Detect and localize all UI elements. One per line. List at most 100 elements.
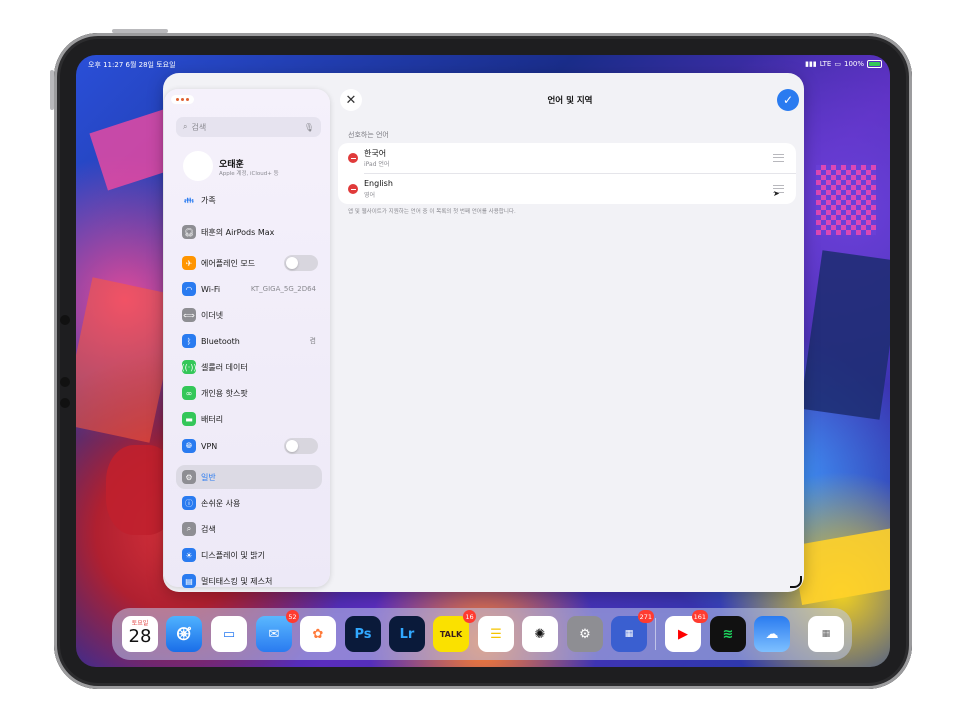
cloud-icon: ☁	[765, 626, 779, 642]
dock-app-spotify[interactable]: ≋	[710, 616, 746, 652]
window-controls-icon[interactable]	[171, 95, 194, 104]
sidebar-item-general[interactable]: ⚙ 일반	[176, 465, 322, 489]
headphones-icon: 🎧︎	[182, 225, 196, 239]
youtube-icon: ▶	[678, 626, 688, 642]
dock-app-settings[interactable]: ⚙	[567, 616, 603, 652]
language-row-english[interactable]: English 영어	[338, 174, 796, 204]
page-title: 언어 및 지역	[547, 96, 593, 106]
sidebar-item-ethernet[interactable]: ⟺ 이더넷	[176, 303, 322, 327]
sidebar-item-label: 이더넷	[201, 310, 224, 320]
screen-mirror-icon: ▭	[834, 60, 841, 68]
brightness-icon: ☀	[182, 548, 196, 562]
family-icon: 👪︎	[183, 195, 195, 205]
sidebar-item-family[interactable]: 👪︎ 가족	[176, 188, 322, 212]
dock-app-youtube[interactable]: ▶ 161	[665, 610, 708, 652]
search-placeholder: 검색	[191, 122, 207, 132]
sidebar-item-label: 가족	[201, 195, 216, 205]
sidebar-item-cellular[interactable]: ((·)) 셀룰러 데이터	[176, 355, 322, 379]
notification-badge: 161	[691, 610, 708, 623]
cellular-icon: ((·))	[181, 360, 197, 374]
airplane-mode-toggle[interactable]	[284, 255, 318, 271]
profile-subtitle: Apple 계정, iCloud+ 등	[219, 171, 279, 177]
notification-badge: 271	[637, 610, 654, 623]
wallpaper-shape	[791, 525, 890, 605]
spotify-icon: ≋	[722, 626, 734, 642]
close-icon: ✕	[345, 92, 357, 108]
folder-icon: ▭	[222, 626, 236, 642]
vpn-icon: 🌐︎	[182, 439, 196, 453]
language-name: English	[364, 179, 393, 188]
avatar	[183, 151, 213, 181]
battery-percent: 100%	[843, 60, 864, 68]
bluetooth-icon: ᛒ	[182, 334, 196, 348]
hotspot-icon: ∞	[182, 386, 196, 400]
dock-app-kakaotalk[interactable]: TALK 16	[433, 610, 476, 652]
kakaotalk-icon: TALK	[439, 629, 463, 639]
language-footnote: 앱 및 웹사이트가 지원하는 언어 중 이 목록의 첫 번째 언어를 사용합니다…	[348, 209, 516, 215]
dock-app-notes[interactable]: ☰	[478, 616, 514, 652]
app-folder-icon: ▦	[624, 629, 634, 639]
checkmark-icon: ✓	[782, 93, 794, 107]
bluetooth-status: 켬	[309, 337, 316, 345]
battery-fill	[869, 62, 880, 66]
remove-icon[interactable]	[348, 184, 358, 194]
dock-app-cloud[interactable]: ☁	[754, 616, 790, 652]
sidebar-item-label: 손쉬운 사용	[201, 498, 241, 508]
notification-badge: 16	[463, 610, 476, 623]
sidebar-item-bluetooth[interactable]: ᛒ Bluetooth 켬	[176, 329, 322, 353]
sidebar-item-accessibility[interactable]: ⓘ 손쉬운 사용	[176, 491, 322, 515]
sidebar-item-label: 디스플레이 및 밝기	[201, 550, 265, 560]
wallpaper-shape	[800, 250, 890, 420]
camera-dot	[60, 315, 70, 325]
sidebar-item-wifi[interactable]: ◠ Wi-Fi KT_GIGA_5G_2D64	[176, 277, 322, 301]
remove-icon[interactable]	[348, 153, 358, 163]
ethernet-icon: ⟺	[182, 308, 196, 322]
microphone-icon[interactable]: 🎙︎	[304, 123, 314, 132]
dock-app-photos[interactable]: ✿	[300, 616, 336, 652]
dock-app-safari[interactable]: 🧭︎	[166, 616, 202, 652]
pointer-cursor-icon: ➤	[773, 189, 780, 198]
camera-dot	[60, 398, 70, 408]
dock-app-folder[interactable]: ▦ 271	[611, 610, 654, 652]
sidebar-search-input[interactable]: ⌕ 검색 🎙︎	[176, 117, 321, 137]
sidebar-item-display[interactable]: ☀ 디스플레이 및 밝기	[176, 543, 322, 567]
battery-icon	[867, 60, 882, 68]
sidebar-item-airplane-mode[interactable]: ✈ 에어플레인 모드	[176, 251, 322, 275]
sidebar-item-search[interactable]: ⌕ 검색	[176, 517, 322, 541]
sidebar-item-hotspot[interactable]: ∞ 개인용 핫스팟	[176, 381, 322, 405]
settings-icon: ⚙	[579, 626, 591, 642]
reorder-handle-icon[interactable]	[773, 154, 784, 162]
search-icon: ⌕	[182, 522, 196, 536]
lightroom-icon: Lr	[399, 626, 415, 642]
sidebar-item-battery[interactable]: ▬ 배터리	[176, 407, 322, 431]
wifi-icon: ◠	[182, 282, 196, 296]
dock-app-lightroom[interactable]: Lr	[389, 616, 425, 652]
dock-app-calendar[interactable]: 토요일 28	[122, 616, 158, 652]
dock-app-files[interactable]: ▭	[211, 616, 247, 652]
dock-app-recent[interactable]: ▦	[808, 616, 844, 652]
sidebar-item-airpods[interactable]: 🎧︎ 태훈의 AirPods Max	[176, 220, 322, 244]
notification-badge: 52	[286, 610, 299, 623]
photos-icon: ✿	[312, 626, 324, 642]
close-button[interactable]: ✕	[340, 89, 362, 111]
sidebar-item-label: 일반	[201, 472, 216, 482]
camera-dot	[60, 377, 70, 387]
sidebar-item-label: 에어플레인 모드	[201, 258, 256, 268]
sidebar-item-label: 셀룰러 데이터	[201, 362, 248, 372]
dock-app-chatgpt[interactable]: ✺	[522, 616, 558, 652]
sidebar-item-label: VPN	[201, 441, 218, 451]
dock-app-photoshop[interactable]: Ps	[345, 616, 381, 652]
vpn-toggle[interactable]	[284, 438, 318, 454]
sidebar-item-multitasking[interactable]: ▤ 멀티태스킹 및 제스처	[176, 569, 322, 593]
sidebar-item-vpn[interactable]: 🌐︎ VPN	[176, 434, 322, 458]
spreadsheet-icon: ▦	[821, 629, 831, 639]
section-header: 선호하는 언어	[348, 131, 389, 139]
battery-icon: ▬	[182, 412, 196, 426]
dock-app-mail[interactable]: ✉ 52	[256, 610, 299, 652]
network-type: LTE	[819, 60, 832, 68]
language-name: 한국어	[364, 149, 387, 158]
language-row-korean[interactable]: 한국어 iPad 언어	[338, 143, 796, 173]
sidebar-item-label: 개인용 핫스팟	[201, 388, 248, 398]
done-button[interactable]: ✓	[777, 89, 799, 111]
multitasking-icon: ▤	[182, 574, 196, 588]
